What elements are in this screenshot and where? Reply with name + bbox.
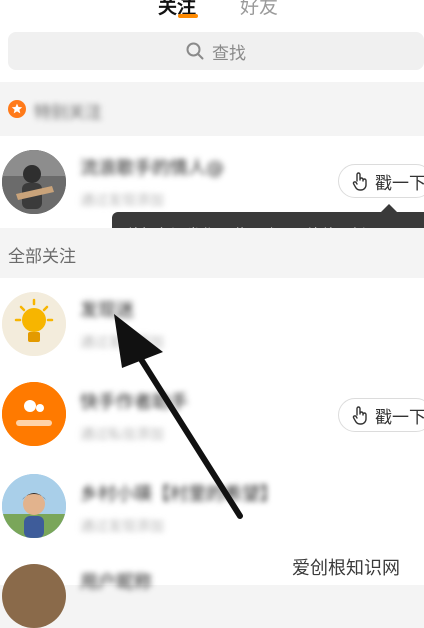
user-subtitle: 通过发现添加 xyxy=(80,335,164,351)
list-item[interactable]: 快手作者助手 通过私信添加 戳一下 xyxy=(0,370,424,462)
user-subtitle: 通过发现添加 xyxy=(80,519,164,535)
search-area: 查找 xyxy=(0,24,424,82)
avatar xyxy=(2,382,66,446)
active-tab-indicator xyxy=(178,14,198,18)
special-follow-header: 特别关注 xyxy=(0,82,424,136)
user-subtitle: 通过私信添加 xyxy=(80,427,164,443)
top-bar: 关注 好友 xyxy=(0,0,424,24)
user-name: 发现迷 xyxy=(80,300,134,321)
avatar xyxy=(2,474,66,538)
search-placeholder: 查找 xyxy=(212,43,246,64)
poke-label: 戳一下 xyxy=(375,407,424,428)
tab-friends[interactable]: 好友 xyxy=(240,0,278,19)
poke-button[interactable]: 戳一下 xyxy=(338,398,424,432)
user-subtitle: 通过发现添加 xyxy=(80,193,164,209)
user-name: 快手作者助手 xyxy=(80,392,188,413)
user-name: 用户昵称 xyxy=(80,572,152,593)
hand-pointer-icon xyxy=(352,172,367,191)
avatar xyxy=(2,564,66,628)
poke-label: 戳一下 xyxy=(375,173,424,194)
search-icon xyxy=(186,42,204,60)
poke-button[interactable]: 戳一下 xyxy=(338,164,424,198)
all-follow-label: 全部关注 xyxy=(8,247,76,267)
all-follow-header: 全部关注 xyxy=(0,228,424,278)
special-follow-label: 特别关注 xyxy=(34,103,102,123)
hand-pointer-icon xyxy=(352,406,367,425)
list-item[interactable]: 乡村小瑛【村里的希望】 通过发现添加 xyxy=(0,462,424,554)
avatar xyxy=(2,150,66,214)
back-arrow-icon[interactable] xyxy=(4,0,22,6)
list-item[interactable]: 发现迷 通过发现添加 xyxy=(0,278,424,370)
star-badge-icon xyxy=(8,100,26,118)
avatar xyxy=(2,292,66,356)
user-name: 乡村小瑛【村里的希望】 xyxy=(80,484,278,505)
user-name: 流浪歌手的情人@ xyxy=(80,158,224,179)
search-input[interactable]: 查找 xyxy=(8,32,424,70)
watermark-text: 爱创根知识网 xyxy=(290,554,402,580)
